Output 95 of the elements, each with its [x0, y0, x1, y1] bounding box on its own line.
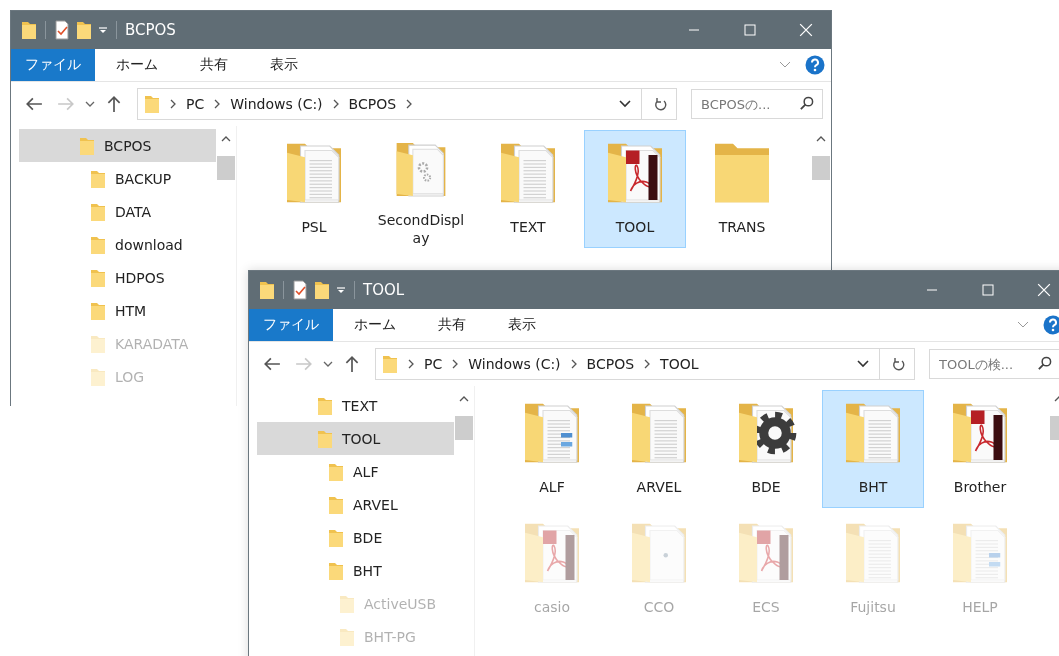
maximize-icon — [744, 24, 756, 36]
folder-icon — [339, 593, 355, 614]
folder-item[interactable]: BHT — [822, 390, 924, 508]
chevron-right-icon[interactable] — [406, 99, 413, 109]
address-bar[interactable]: PC Windows (C:) BCPOS — [137, 88, 677, 120]
folder-icon[interactable] — [76, 20, 92, 40]
breadcrumb-item[interactable]: Windows (C:) — [468, 356, 561, 372]
folder-icon — [90, 366, 106, 387]
caret-down-icon[interactable] — [323, 361, 333, 367]
maximize-icon — [982, 284, 994, 296]
folder-item[interactable]: TEXT — [477, 130, 579, 248]
folder-item[interactable]: Brother — [929, 390, 1031, 508]
folder-icon — [90, 300, 106, 321]
folder-icon — [90, 333, 106, 354]
tree-item[interactable]: TEXT — [257, 389, 454, 422]
file-menu-tab[interactable]: ファイル — [249, 309, 333, 341]
scrollbar-thumb[interactable] — [217, 156, 235, 180]
folder-icon — [90, 267, 106, 288]
tree-item[interactable]: BACKUP — [19, 162, 216, 195]
folder-item[interactable]: TRANS — [691, 130, 793, 248]
tree-item[interactable]: HDPOS — [19, 261, 216, 294]
back-arrow-icon[interactable] — [25, 95, 43, 113]
close-icon — [1037, 283, 1051, 297]
folder-item[interactable]: ALF — [501, 390, 603, 508]
address-bar[interactable]: PC Windows (C:) BCPOS TOOL — [375, 348, 915, 380]
caret-up-icon[interactable] — [459, 396, 469, 402]
dropdown-icon[interactable] — [336, 285, 346, 295]
tree-item[interactable]: HTM — [19, 294, 216, 327]
tree-item[interactable]: BCPOS — [19, 129, 216, 162]
tree-item[interactable]: download — [19, 228, 216, 261]
help-icon[interactable] — [1043, 315, 1059, 335]
folder-icon — [328, 494, 344, 515]
search-field[interactable]: TOOLの検... — [929, 349, 1059, 379]
caret-up-icon[interactable] — [221, 136, 231, 142]
breadcrumb-item[interactable]: PC — [186, 96, 205, 112]
tree-item[interactable]: ARVEL — [257, 488, 454, 521]
caret-up-icon[interactable] — [816, 136, 826, 142]
chevron-right-icon[interactable] — [452, 359, 459, 369]
search-field[interactable]: BCPOSの... — [691, 89, 823, 119]
scrollbar-thumb[interactable] — [455, 416, 473, 440]
tree-item[interactable]: DATA — [19, 195, 216, 228]
tree-item[interactable]: ALF — [257, 455, 454, 488]
caret-down-icon[interactable] — [85, 101, 95, 107]
window-title: BCPOS — [125, 21, 176, 39]
tree-item[interactable]: TOOL — [257, 422, 454, 455]
chevron-right-icon[interactable] — [644, 359, 651, 369]
help-icon[interactable] — [805, 55, 825, 75]
folder-icon — [90, 168, 106, 189]
breadcrumb-item[interactable]: Windows (C:) — [230, 96, 323, 112]
refresh-icon[interactable] — [652, 96, 668, 112]
folder-icon[interactable] — [21, 20, 37, 40]
folder-icon — [317, 395, 333, 416]
chevron-right-icon[interactable] — [214, 99, 221, 109]
folder-item[interactable]: BDE — [715, 390, 817, 508]
folder-icon — [328, 527, 344, 548]
folder-icon — [328, 461, 344, 482]
checklist-icon[interactable] — [292, 280, 308, 300]
close-icon — [799, 23, 813, 37]
scrollbar-thumb[interactable] — [812, 156, 830, 180]
folder-icon — [79, 135, 95, 156]
chevron-right-icon — [170, 99, 176, 109]
file-menu-tab[interactable]: ファイル — [11, 49, 95, 81]
folder-item[interactable]: PSL — [263, 130, 365, 248]
folder-icon — [382, 353, 398, 375]
tree-item[interactable]: BDE — [257, 521, 454, 554]
search-icon — [799, 96, 814, 111]
folder-icon — [90, 234, 106, 255]
refresh-icon[interactable] — [890, 356, 906, 372]
folder-item[interactable]: ARVEL — [608, 390, 710, 508]
dropdown-icon[interactable] — [98, 25, 108, 35]
chevron-right-icon[interactable] — [570, 359, 577, 369]
folder-icon[interactable] — [314, 280, 330, 300]
up-arrow-icon[interactable] — [105, 95, 123, 113]
chevron-right-icon[interactable] — [332, 99, 339, 109]
window-title: TOOL — [363, 281, 405, 299]
chevron-down-icon[interactable] — [619, 100, 631, 108]
tree-item[interactable]: BHT — [257, 554, 454, 587]
breadcrumb-item[interactable]: PC — [424, 356, 443, 372]
folder-item[interactable]: TOOL — [584, 130, 686, 248]
chevron-right-icon — [408, 359, 414, 369]
folder-icon[interactable] — [259, 280, 275, 300]
chevron-down-icon[interactable] — [857, 360, 869, 368]
folder-icon — [144, 93, 160, 115]
checklist-icon[interactable] — [54, 20, 70, 40]
search-icon — [1037, 356, 1052, 371]
folder-item[interactable]: SecondDisplay — [370, 130, 472, 248]
folder-icon — [328, 560, 344, 581]
folder-icon — [317, 428, 333, 449]
folder-icon — [90, 201, 106, 222]
breadcrumb-item[interactable]: BCPOS — [586, 356, 635, 372]
breadcrumb-item[interactable]: BCPOS — [348, 96, 397, 112]
breadcrumb-item[interactable]: TOOL — [660, 356, 699, 372]
up-arrow-icon[interactable] — [343, 355, 361, 373]
back-arrow-icon[interactable] — [263, 355, 281, 373]
folder-icon — [339, 626, 355, 647]
